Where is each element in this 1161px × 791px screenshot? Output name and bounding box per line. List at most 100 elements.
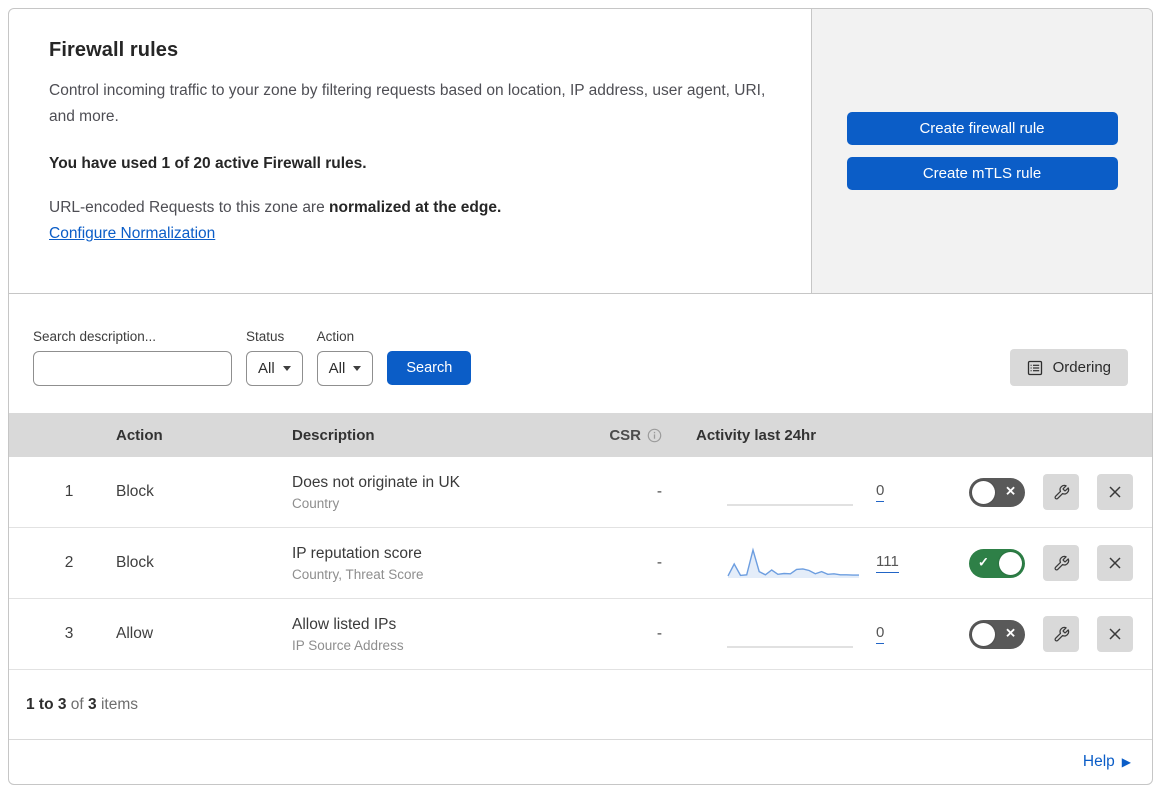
edit-rule-button[interactable] — [1043, 545, 1079, 581]
x-icon — [1109, 486, 1121, 498]
wrench-icon — [1054, 555, 1069, 570]
rule-action: Allow — [116, 625, 154, 642]
rule-description-cell: Allow listed IPs IP Source Address — [284, 616, 576, 653]
column-csr: CSR — [576, 427, 676, 444]
help-label: Help — [1082, 753, 1115, 770]
table-row: 1 Block Does not originate in UK Country… — [9, 457, 1152, 528]
rule-controls — [926, 616, 1152, 652]
rule-description-cell: Does not originate in UK Country — [284, 474, 576, 511]
items-label: items — [96, 695, 138, 713]
delete-rule-button[interactable] — [1097, 616, 1133, 652]
delete-rule-button[interactable] — [1097, 474, 1133, 510]
rule-priority: 1 — [64, 483, 74, 500]
toggle-knob — [999, 551, 1022, 575]
wrench-icon — [1054, 484, 1069, 499]
action-dropdown[interactable]: All — [316, 351, 374, 386]
x-icon — [1109, 628, 1121, 640]
ordering-button[interactable]: Ordering — [1009, 349, 1128, 386]
ordering-list-icon — [1027, 360, 1042, 375]
rule-enabled-toggle[interactable] — [969, 477, 1025, 507]
rule-description-cell: IP reputation score Country, Threat Scor… — [284, 545, 576, 582]
usage-note: You have used 1 of 20 active Firewall ru… — [49, 155, 367, 173]
toggle-knob — [972, 622, 995, 646]
edit-rule-button[interactable] — [1043, 616, 1079, 652]
rule-controls — [926, 545, 1152, 581]
activity-count-link[interactable]: 0 — [876, 624, 885, 644]
activity-count-link[interactable]: 0 — [876, 482, 885, 502]
search-field-group: Search description... — [33, 329, 233, 386]
header-section: Firewall rules Control incoming traffic … — [9, 9, 1152, 294]
help-link[interactable]: Help ▶ — [1083, 753, 1131, 771]
items-range: 1 to 3 — [26, 695, 67, 713]
pagination-summary: 1 to 3 of 3 items — [9, 670, 1152, 740]
rule-description: Does not originate in UK — [292, 473, 461, 491]
x-icon — [1109, 557, 1121, 569]
rule-enabled-toggle[interactable] — [969, 619, 1025, 649]
status-filter-group: Status All — [246, 329, 303, 386]
activity-sparkline — [726, 545, 861, 581]
rule-description: Allow listed IPs — [292, 615, 397, 633]
actions-panel: Create firewall rule Create mTLS rule — [811, 9, 1152, 293]
rule-activity-cell: 0 — [676, 616, 926, 652]
status-dropdown-value: All — [258, 360, 275, 377]
configure-normalization-link[interactable]: Configure Normalization — [49, 225, 215, 242]
create-mtls-rule-button[interactable]: Create mTLS rule — [846, 157, 1118, 190]
rule-fields: Country — [292, 495, 340, 511]
chevron-down-icon — [353, 366, 362, 371]
action-dropdown-value: All — [328, 360, 346, 377]
table-header: Action Description CSR Activity last 24h… — [9, 413, 1152, 457]
edit-rule-button[interactable] — [1043, 474, 1079, 510]
normalization-bold: normalized at the edge. — [329, 199, 502, 217]
rule-fields: IP Source Address — [292, 637, 404, 653]
rule-enabled-toggle[interactable] — [969, 548, 1025, 578]
rule-fields: Country, Threat Score — [292, 566, 424, 582]
rule-action: Block — [116, 554, 154, 571]
rule-description: IP reputation score — [292, 544, 422, 562]
action-filter-group: Action All — [316, 329, 374, 386]
ordering-button-label: Ordering — [1052, 359, 1111, 376]
rule-action: Block — [116, 483, 154, 500]
status-label: Status — [246, 329, 285, 344]
status-dropdown[interactable]: All — [246, 351, 303, 386]
normalization-text: URL-encoded Requests to this zone are — [49, 199, 330, 217]
rule-activity-cell: 111 — [676, 545, 926, 581]
table-row: 3 Allow Allow listed IPs IP Source Addre… — [9, 599, 1152, 670]
rule-controls — [926, 474, 1152, 510]
triangle-right-icon: ▶ — [1121, 755, 1131, 769]
activity-sparkline — [726, 616, 861, 652]
page-description: Control incoming traffic to your zone by… — [49, 82, 766, 126]
rule-priority: 3 — [64, 625, 74, 642]
items-total: 3 — [88, 695, 97, 713]
firewall-rules-panel: Firewall rules Control incoming traffic … — [8, 8, 1153, 785]
delete-rule-button[interactable] — [1097, 545, 1133, 581]
items-of: of — [66, 695, 89, 713]
search-label: Search description... — [33, 329, 157, 344]
csr-header-label: CSR — [609, 426, 641, 444]
rule-priority: 2 — [64, 554, 74, 571]
rule-activity-cell: 0 — [676, 474, 926, 510]
help-bar: Help ▶ — [9, 740, 1152, 784]
action-label: Action — [316, 329, 355, 344]
search-input-box[interactable] — [33, 351, 233, 386]
toggle-knob — [972, 480, 995, 504]
info-icon[interactable] — [647, 428, 662, 443]
chevron-down-icon — [282, 366, 291, 371]
column-activity: Activity last 24hr — [696, 426, 817, 444]
wrench-icon — [1054, 626, 1069, 641]
column-description: Description — [292, 426, 375, 444]
column-action: Action — [116, 426, 163, 444]
rule-csr: - — [656, 554, 662, 571]
filter-bar: Search description... Status All Action — [9, 294, 1152, 413]
rule-csr: - — [656, 483, 662, 500]
activity-sparkline — [726, 474, 861, 510]
create-firewall-rule-button[interactable]: Create firewall rule — [846, 112, 1118, 145]
rule-csr: - — [656, 625, 662, 642]
page-title: Firewall rules — [49, 39, 179, 61]
header-text-block: Firewall rules Control incoming traffic … — [9, 9, 811, 293]
normalization-note: URL-encoded Requests to this zone are no… — [49, 199, 771, 217]
table-row: 2 Block IP reputation score Country, Thr… — [9, 528, 1152, 599]
search-input[interactable] — [52, 360, 233, 377]
search-button[interactable]: Search — [387, 351, 472, 385]
activity-count-link[interactable]: 111 — [876, 553, 899, 573]
filter-controls: Search description... Status All Action — [33, 329, 472, 386]
